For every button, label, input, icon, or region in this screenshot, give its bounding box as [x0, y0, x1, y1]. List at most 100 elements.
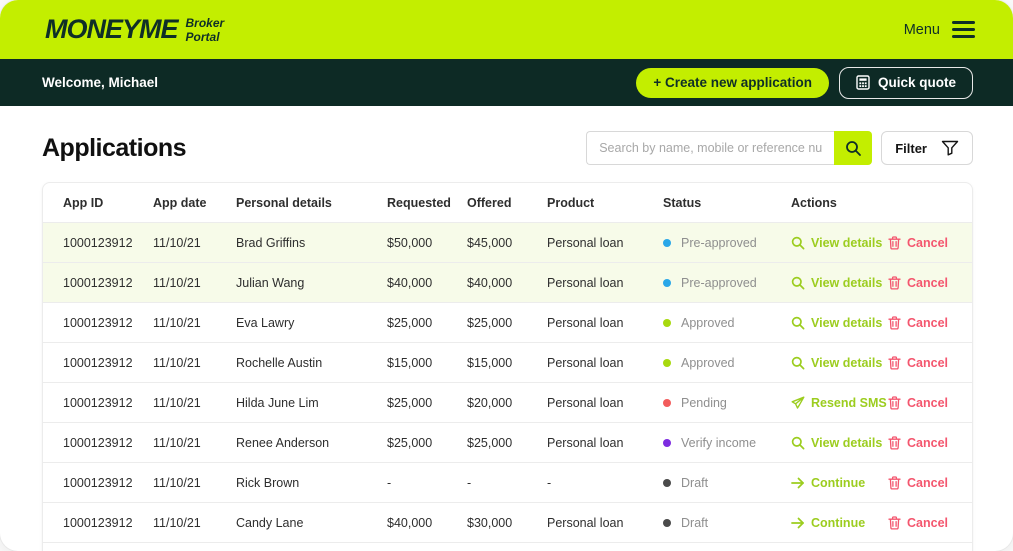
top-header-bar: MONEYME Broker Portal Menu [0, 0, 1013, 59]
calculator-icon [856, 75, 870, 90]
primary-action-link[interactable]: View details [791, 436, 888, 450]
cell-requested: - [387, 475, 392, 490]
cancel-link[interactable]: Cancel [888, 516, 952, 530]
menu-label: Menu [903, 21, 940, 38]
header-requested: Requested [387, 195, 451, 210]
header-offered: Offered [467, 195, 512, 210]
action-label: Resend SMS [811, 395, 887, 410]
cancel-label: Cancel [907, 395, 948, 410]
cell-app-date: 11/10/21 [153, 355, 201, 370]
status-dot [663, 478, 671, 487]
header-status: Status [663, 195, 702, 210]
welcome-bar: Welcome, Michael + Create new applicatio… [0, 59, 1013, 106]
primary-action-link[interactable]: View details [791, 236, 888, 250]
app-frame: MONEYME Broker Portal Menu Welcome, Mich… [0, 0, 1013, 551]
cell-personal-details: Renee Anderson [236, 435, 330, 450]
cell-requested: $25,000 [387, 395, 433, 410]
create-new-application-button[interactable]: + Create new application [636, 67, 829, 98]
status-label: Verify income [681, 435, 757, 450]
cell-status: Approved [663, 356, 791, 370]
cell-actions: View details Cancel [791, 276, 952, 290]
cell-app-date: 11/10/21 [153, 475, 201, 490]
primary-action-link[interactable]: View details [791, 276, 888, 290]
search-button[interactable] [834, 131, 873, 165]
cell-status: Verify income [663, 436, 791, 450]
search-input[interactable] [586, 131, 835, 165]
primary-action-link[interactable]: Continue [791, 476, 888, 490]
trash-icon [888, 355, 901, 370]
magnifier-icon [791, 236, 805, 250]
cell-requested: $25,000 [387, 315, 433, 330]
cancel-link[interactable]: Cancel [888, 236, 952, 250]
cancel-link[interactable]: Cancel [888, 436, 952, 450]
status-dot [663, 318, 671, 327]
cancel-link[interactable]: Cancel [888, 316, 952, 330]
search-and-filter: Filter [586, 131, 973, 165]
cancel-link[interactable]: Cancel [888, 476, 952, 490]
action-label: View details [811, 275, 883, 290]
title-row: Applications Filter [42, 131, 973, 165]
header-product: Product [547, 195, 595, 210]
menu-button[interactable]: Menu [904, 21, 975, 38]
cell-offered: $15,000 [467, 355, 513, 370]
status-label: Pending [681, 395, 727, 410]
table-row: 1000123912 11/10/21 Renee Anderson $25,0… [43, 423, 972, 463]
header-app-id: App ID [63, 195, 104, 210]
cell-product: Personal loan [547, 235, 624, 250]
table-row: 1000123912 11/10/21 Julian Wang $40,000 … [43, 263, 972, 303]
cell-app-date: 11/10/21 [153, 275, 201, 290]
status-dot [663, 438, 671, 447]
filter-funnel-icon [941, 140, 959, 156]
cell-app-date: 11/10/21 [153, 235, 201, 250]
cell-app-date: 11/10/21 [153, 515, 201, 530]
quick-quote-label: Quick quote [877, 75, 956, 90]
magnifier-icon [791, 316, 805, 330]
hamburger-icon [952, 21, 975, 38]
cell-offered: $25,000 [467, 435, 513, 450]
cell-actions: View details Cancel [791, 356, 952, 370]
cell-personal-details: Rochelle Austin [236, 355, 323, 370]
cell-status: Pending [663, 396, 791, 410]
cell-app-id: 1000123912 [63, 235, 133, 250]
cell-offered: $30,000 [467, 515, 513, 530]
cell-status: Draft [663, 476, 791, 490]
cancel-label: Cancel [907, 475, 948, 490]
table-row: Cancel [43, 543, 972, 551]
filter-button[interactable]: Filter [881, 131, 973, 165]
cell-product: Personal loan [547, 515, 624, 530]
cell-product: Personal loan [547, 275, 624, 290]
table-row: 1000123912 11/10/21 Brad Griffins $50,00… [43, 223, 972, 263]
search-box [586, 131, 873, 165]
status-dot [663, 518, 671, 527]
primary-action-link[interactable]: View details [791, 356, 888, 370]
trash-icon [888, 515, 901, 530]
arrow-right-icon [791, 517, 805, 529]
status-dot [663, 278, 671, 287]
cancel-label: Cancel [907, 275, 948, 290]
primary-action-link[interactable]: Resend SMS [791, 396, 888, 410]
cell-app-date: 11/10/21 [153, 395, 201, 410]
cell-personal-details: Hilda June Lim [236, 395, 319, 410]
cell-actions: View details Cancel [791, 316, 952, 330]
send-icon [791, 396, 805, 410]
cancel-link[interactable]: Cancel [888, 396, 952, 410]
magnifier-icon [791, 356, 805, 370]
cell-app-id: 1000123912 [63, 315, 133, 330]
cell-personal-details: Julian Wang [236, 275, 305, 290]
cell-actions: Resend SMS Cancel [791, 396, 952, 410]
cell-actions: View details Cancel [791, 436, 952, 450]
action-label: View details [811, 315, 883, 330]
cell-requested: $15,000 [387, 355, 433, 370]
cancel-link[interactable]: Cancel [888, 356, 952, 370]
cell-personal-details: Candy Lane [236, 515, 304, 530]
trash-icon [888, 475, 901, 490]
cell-actions: Continue Cancel [791, 516, 952, 530]
cancel-link[interactable]: Cancel [888, 276, 952, 290]
quick-quote-button[interactable]: Quick quote [838, 66, 973, 99]
primary-action-link[interactable]: Continue [791, 516, 888, 530]
cell-app-id: 1000123912 [63, 435, 133, 450]
cell-offered: $25,000 [467, 315, 513, 330]
primary-action-link[interactable]: View details [791, 316, 888, 330]
cell-status: Draft [663, 516, 791, 530]
action-label: View details [811, 435, 883, 450]
